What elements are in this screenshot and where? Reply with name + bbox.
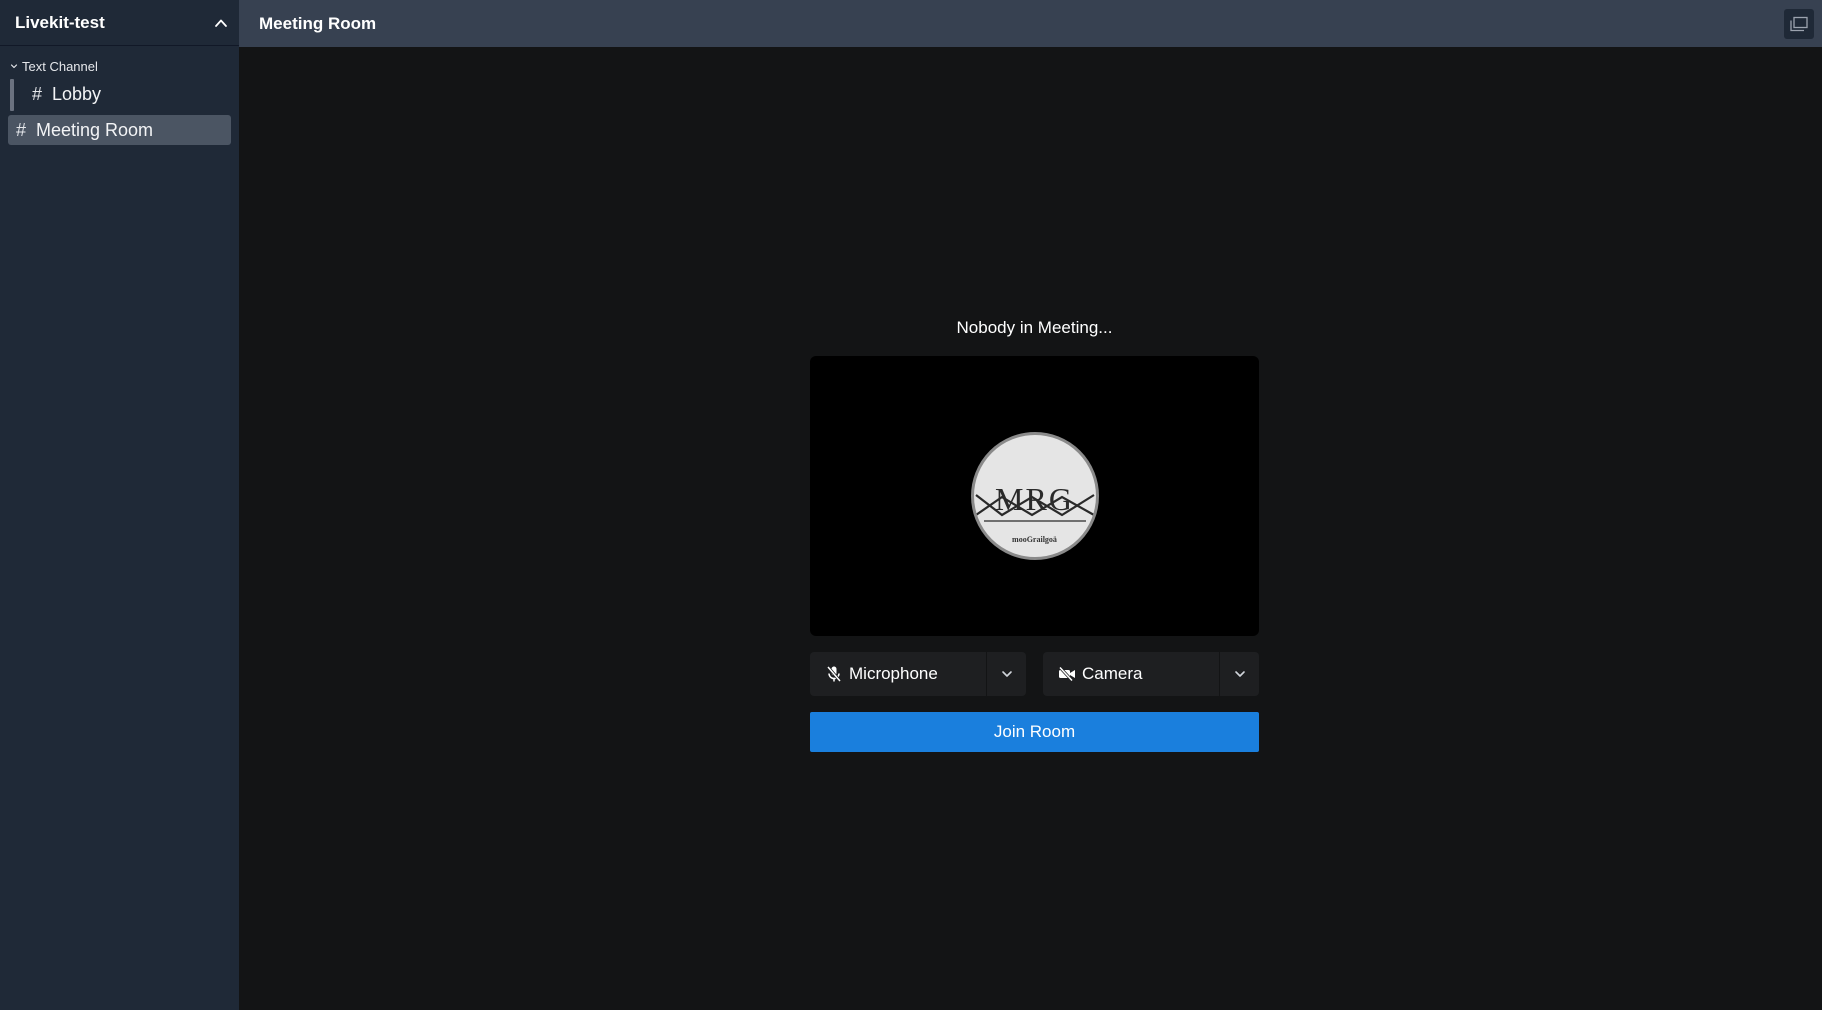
sidebar-item-label: Meeting Room (36, 119, 154, 140)
microphone-toggle-button[interactable]: Microphone (810, 652, 986, 696)
sidebar: Livekit-test Text Channel # Lobby # Meet… (0, 0, 239, 1010)
meeting-status: Nobody in Meeting... (956, 318, 1113, 337)
hash-icon: # (31, 83, 42, 104)
device-controls: Microphone Camera (810, 652, 1259, 696)
server-header[interactable]: Livekit-test (0, 0, 239, 46)
category-label: Text Channel (22, 58, 98, 74)
microphone-label: Microphone (849, 664, 938, 683)
window-restore-icon (1790, 16, 1808, 31)
sidebar-item-label: Lobby (52, 83, 102, 104)
chevron-down-icon (1234, 671, 1245, 677)
chevron-down-icon (9, 61, 19, 71)
avatar: MRG mooGrailgoä (970, 432, 1099, 560)
chevron-up-icon[interactable] (211, 13, 231, 33)
category-text-channel[interactable]: Text Channel (0, 58, 239, 74)
sidebar-item-meeting-room[interactable]: # Meeting Room (8, 115, 231, 145)
camera-toggle-button[interactable]: Camera (1043, 652, 1219, 696)
microphone-off-icon (825, 665, 843, 683)
window-restore-button[interactable] (1784, 8, 1814, 39)
join-room-button[interactable]: Join Room (810, 712, 1259, 752)
camera-control: Camera (1043, 652, 1259, 696)
microphone-control: Microphone (810, 652, 1026, 696)
server-name: Livekit-test (15, 12, 105, 32)
chevron-down-icon (1001, 671, 1012, 677)
avatar-initials: MRG (995, 481, 1074, 517)
hash-icon: # (15, 119, 26, 140)
camera-off-icon (1058, 665, 1076, 683)
camera-label: Camera (1082, 664, 1143, 683)
page-title: Meeting Room (259, 13, 377, 33)
app-window: Livekit-test Text Channel # Lobby # Meet… (0, 0, 1822, 1010)
topbar: Meeting Room (239, 0, 1822, 47)
prejoin-panel: Nobody in Meeting... MRG mooGrailgoä Mic… (810, 316, 1259, 752)
avatar-subtext: mooGrailgoä (1012, 535, 1057, 544)
camera-menu-button[interactable] (1219, 652, 1259, 696)
sidebar-item-lobby[interactable]: # Lobby (10, 79, 229, 111)
video-preview: MRG mooGrailgoä (810, 356, 1259, 636)
channel-indent-bar (10, 79, 14, 111)
microphone-menu-button[interactable] (986, 652, 1026, 696)
main-content: Meeting Room Nobody in Meeting... MRG mo… (239, 0, 1822, 1010)
